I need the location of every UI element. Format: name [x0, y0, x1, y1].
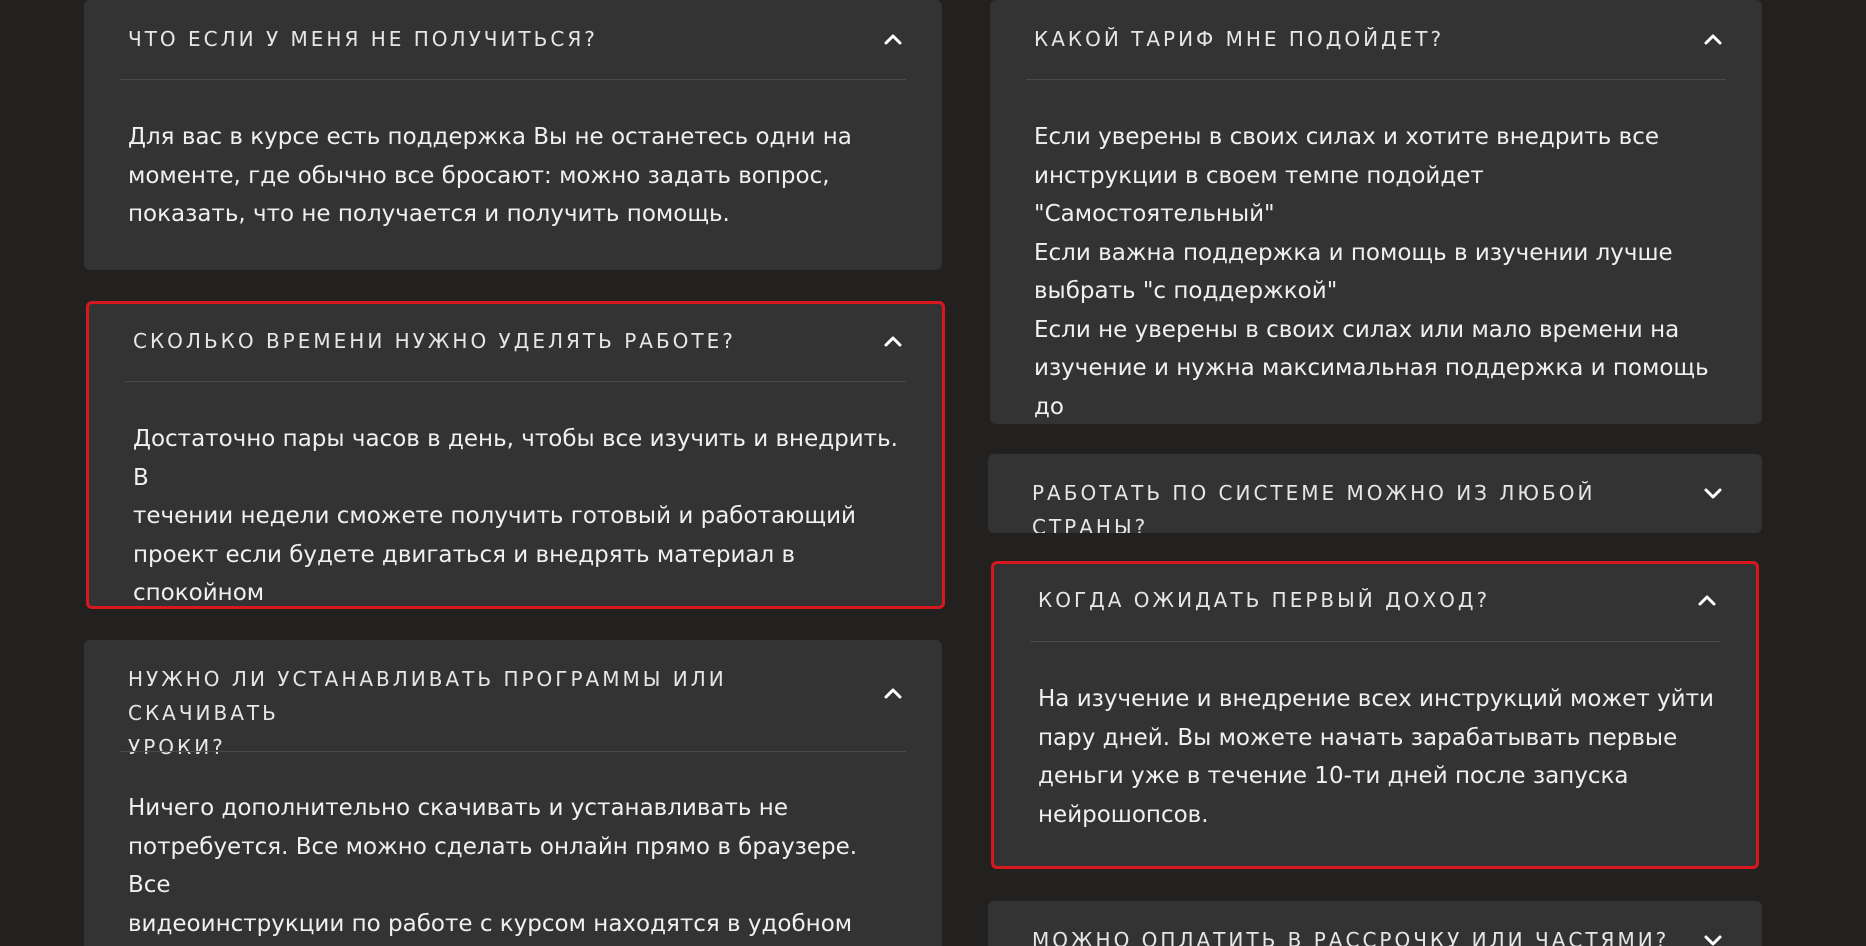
faq-question[interactable]: Что если у меня не получиться?	[128, 22, 598, 56]
faq-question-row[interactable]: Можно оплатить в рассрочку или частями?	[1032, 923, 1726, 946]
faq-question-row[interactable]: Нужно ли устанавливать программы или ска…	[128, 662, 906, 764]
faq-question-row[interactable]: Что если у меня не получиться?	[128, 22, 906, 56]
chevron-up-icon[interactable]	[880, 680, 906, 706]
faq-item-q2[interactable]: Сколько времени нужно уделять работе? До…	[86, 301, 945, 609]
faq-answer: Ничего дополнительно скачивать и устанав…	[128, 795, 858, 937]
faq-item-q3[interactable]: Нужно ли устанавливать программы или ска…	[84, 640, 942, 946]
faq-item-q4[interactable]: Какой тариф мне подойдет? Если уверены в…	[990, 0, 1762, 424]
faq-item-q7[interactable]: Можно оплатить в рассрочку или частями?	[988, 901, 1762, 946]
faq-item-q5[interactable]: Работать по системе можно из любой стран…	[988, 454, 1762, 533]
chevron-down-icon[interactable]	[1700, 927, 1726, 946]
chevron-up-icon[interactable]	[1694, 587, 1720, 613]
faq-page: Что если у меня не получиться? Для вас в…	[0, 0, 1866, 946]
faq-question[interactable]: Какой тариф мне подойдет?	[1034, 22, 1444, 56]
faq-answer: Для вас в курсе есть поддержка Вы не ост…	[128, 124, 852, 227]
faq-answer: На изучение и внедрение всех инструкций …	[1038, 686, 1714, 828]
chevron-down-icon[interactable]	[1700, 480, 1726, 506]
faq-question[interactable]: Можно оплатить в рассрочку или частями?	[1032, 923, 1669, 946]
faq-question-row[interactable]: Сколько времени нужно уделять работе?	[133, 324, 906, 358]
chevron-up-icon[interactable]	[880, 328, 906, 354]
faq-answer: Если уверены в своих силах и хотите внед…	[1034, 124, 1709, 420]
faq-question-row[interactable]: Какой тариф мне подойдет?	[1034, 22, 1726, 56]
faq-question[interactable]: Нужно ли устанавливать программы или ска…	[128, 662, 864, 764]
divider	[120, 79, 906, 80]
faq-question-row[interactable]: Когда ожидать первый доход?	[1038, 583, 1720, 617]
faq-item-q6[interactable]: Когда ожидать первый доход? На изучение …	[991, 561, 1759, 869]
faq-item-q1[interactable]: Что если у меня не получиться? Для вас в…	[84, 0, 942, 270]
chevron-up-icon[interactable]	[1700, 26, 1726, 52]
divider	[1030, 641, 1720, 642]
faq-question[interactable]: Сколько времени нужно уделять работе?	[133, 324, 736, 358]
faq-question[interactable]: Когда ожидать первый доход?	[1038, 583, 1490, 617]
faq-answer: Достаточно пары часов в день, чтобы все …	[133, 426, 898, 606]
divider	[125, 381, 906, 382]
faq-question[interactable]: Работать по системе можно из любой стран…	[1032, 476, 1684, 533]
divider	[1026, 79, 1726, 80]
divider	[120, 751, 906, 752]
chevron-up-icon[interactable]	[880, 26, 906, 52]
faq-question-row[interactable]: Работать по системе можно из любой стран…	[1032, 476, 1726, 533]
